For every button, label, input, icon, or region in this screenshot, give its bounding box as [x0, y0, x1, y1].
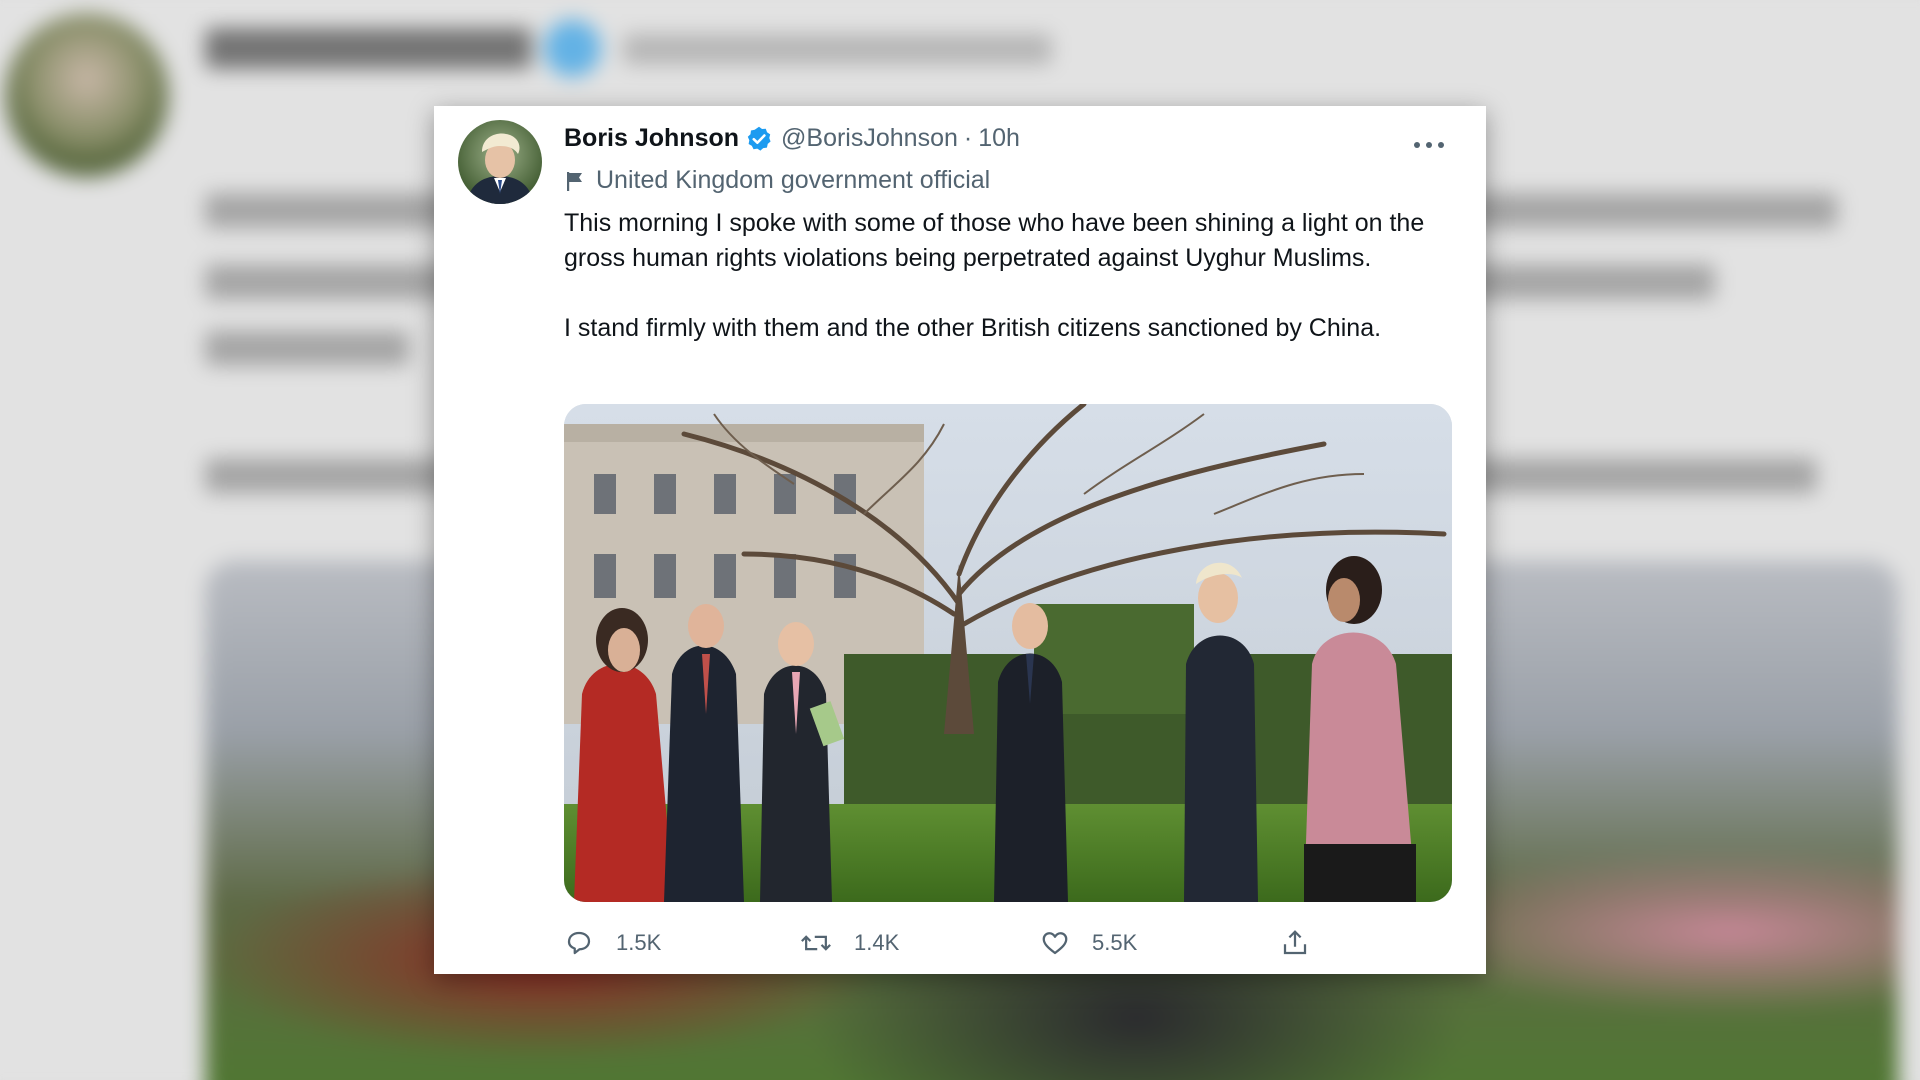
verified-badge-icon [747, 126, 771, 151]
more-dot [1438, 142, 1444, 148]
tweet-actions: 1.5K 1.4K 5.5K [564, 928, 1452, 968]
government-label-row: United Kingdom government official [564, 166, 990, 195]
more-dot [1414, 142, 1420, 148]
reply-count: 1.5K [616, 930, 662, 955]
reply-icon [567, 931, 591, 955]
like-icon [1042, 932, 1068, 955]
author-avatar[interactable] [458, 120, 542, 204]
blurred-handle [623, 34, 1052, 65]
like-count: 5.5K [1092, 930, 1138, 955]
tweet-photo[interactable] [564, 404, 1452, 902]
blurred-text-line [205, 330, 410, 366]
like-button[interactable]: 5.5K [1040, 928, 1137, 958]
retweet-count: 1.4K [854, 930, 900, 955]
tweet-card: Boris Johnson @BorisJohnson · 10h United… [434, 106, 1486, 974]
share-icon [1283, 930, 1307, 955]
news-broadcast-frame: Boris Johnson @BorisJohnson · 10h United… [0, 0, 1920, 1080]
retweet-button[interactable]: 1.4K [800, 928, 899, 958]
author-name[interactable]: Boris Johnson [564, 124, 739, 153]
tweet-text: This morning I spoke with some of those … [564, 206, 1444, 381]
blurred-verified-badge [543, 19, 601, 77]
time-separator: · [963, 124, 973, 152]
government-official-label[interactable]: United Kingdom government official [596, 166, 990, 195]
reply-button[interactable]: 1.5K [564, 928, 661, 958]
flag-icon [567, 171, 582, 191]
blurred-avatar [5, 13, 169, 177]
tweet-timestamp[interactable]: 10h [978, 124, 1020, 153]
tweet-paragraph: I stand firmly with them and the other B… [564, 314, 1382, 342]
blurred-author-name [205, 27, 532, 69]
author-handle[interactable]: @BorisJohnson [781, 124, 958, 153]
retweet-icon [801, 935, 831, 951]
tweet-paragraph: This morning I spoke with some of those … [564, 209, 1425, 272]
more-options-icon[interactable] [1414, 130, 1444, 160]
more-dot [1426, 142, 1432, 148]
author-row: Boris Johnson @BorisJohnson · 10h [564, 124, 1020, 153]
share-button[interactable] [1280, 928, 1332, 958]
